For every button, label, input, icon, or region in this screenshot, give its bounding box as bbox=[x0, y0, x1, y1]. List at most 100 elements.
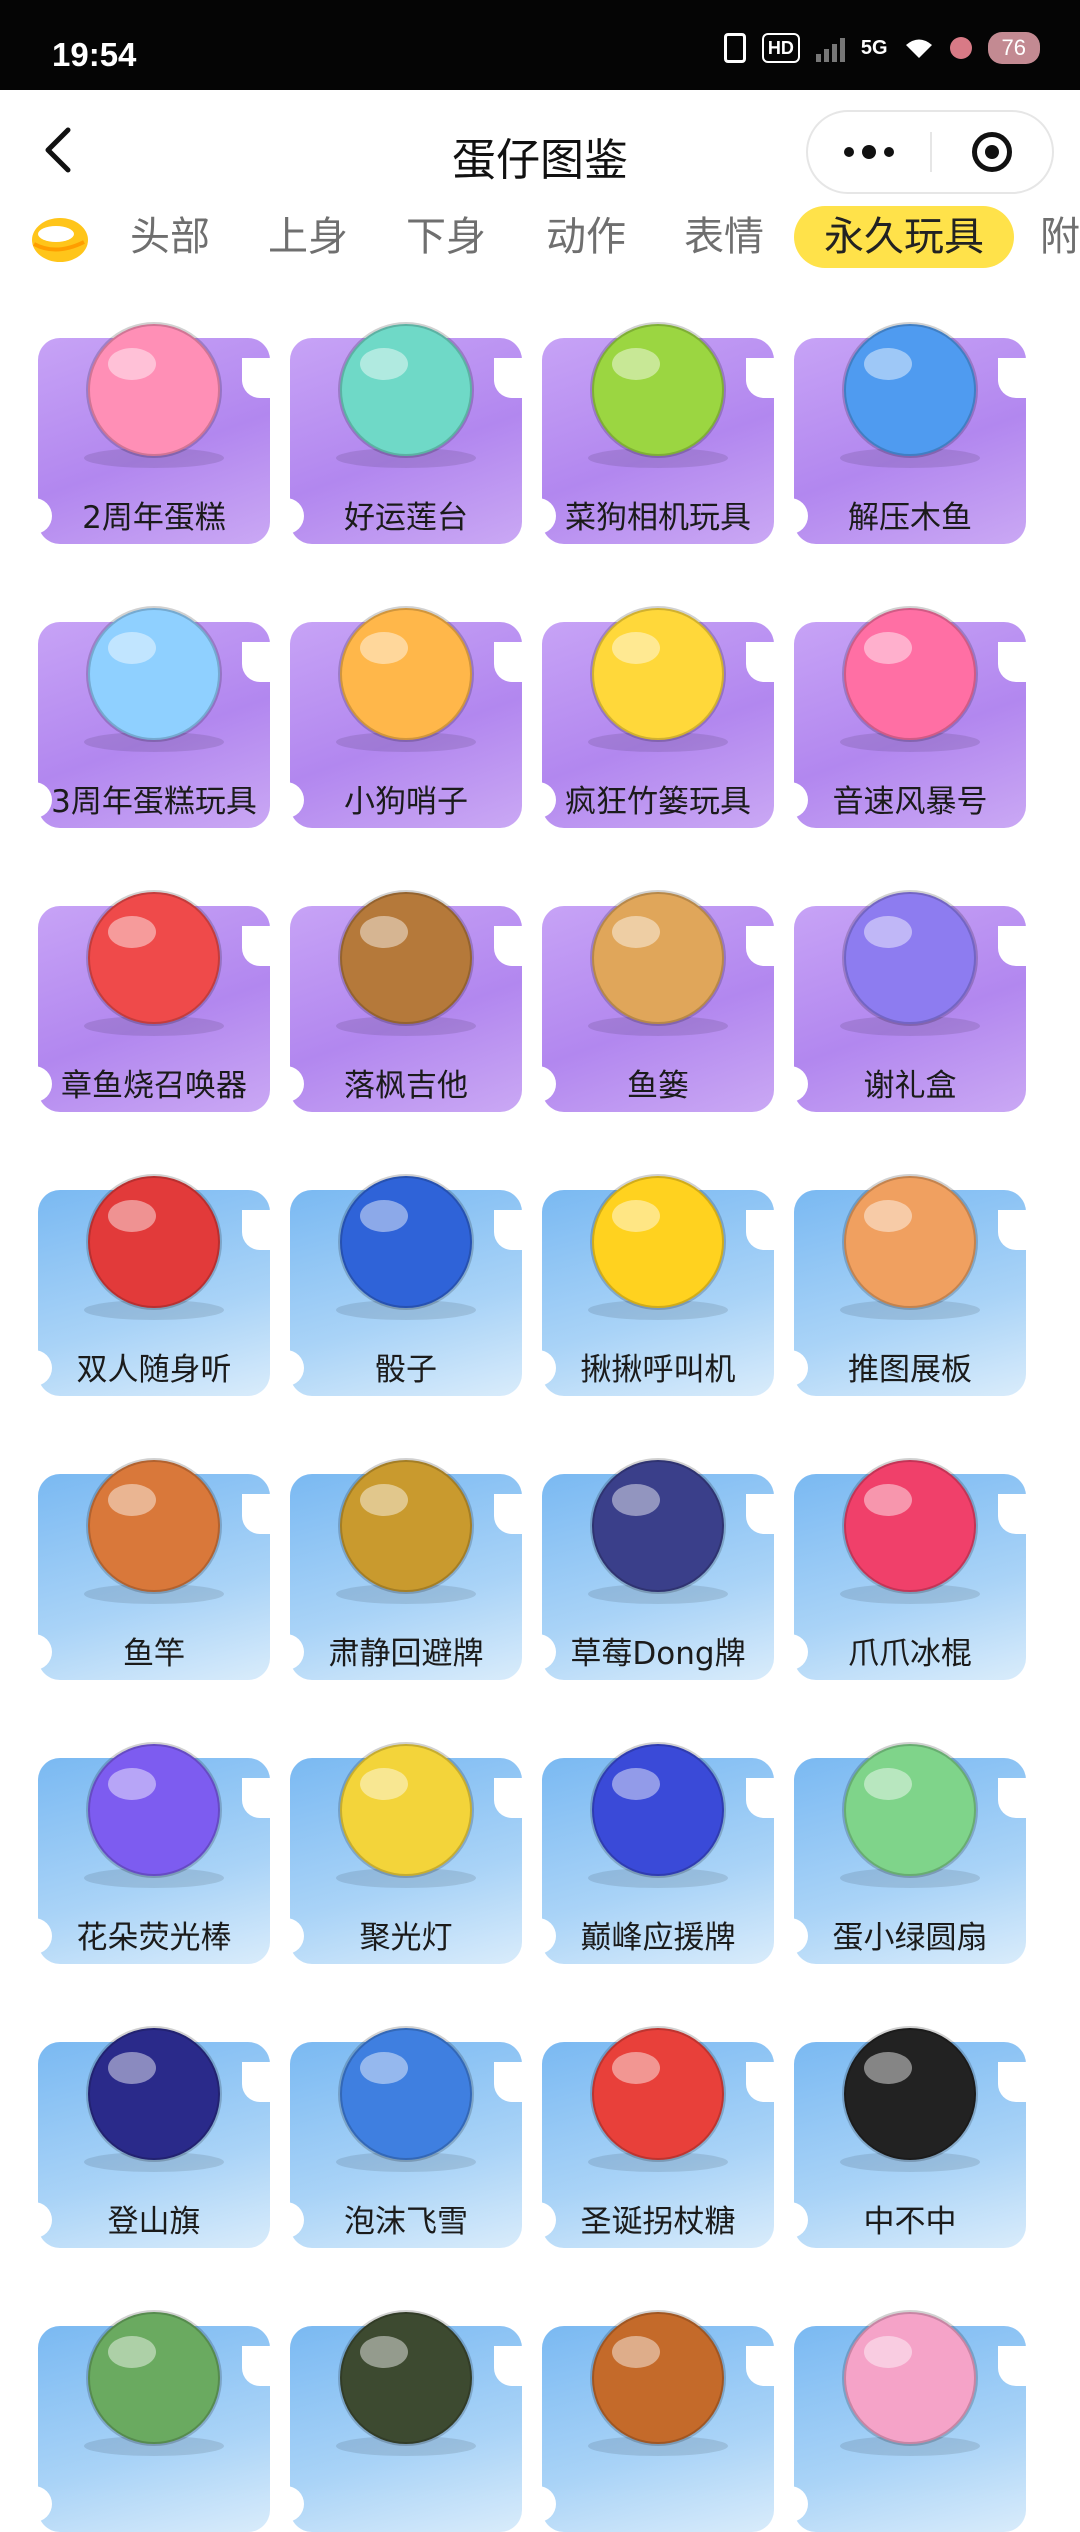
mini-program-capsule bbox=[806, 110, 1054, 194]
item-card[interactable] bbox=[30, 2270, 278, 2532]
item-label bbox=[534, 2480, 782, 2528]
item-card[interactable]: 双人随身听 bbox=[30, 1134, 278, 1396]
item-illustration-icon bbox=[84, 322, 224, 468]
item-illustration-icon bbox=[336, 1742, 476, 1888]
tab-actions[interactable]: 动作 bbox=[546, 206, 626, 268]
item-label: 鱼篓 bbox=[627, 1068, 689, 1104]
item-illustration-icon bbox=[840, 2310, 980, 2456]
item-label: 鱼竿 bbox=[123, 1636, 185, 1672]
signal-icon bbox=[815, 34, 845, 62]
item-card[interactable]: 圣诞拐杖糖 bbox=[534, 1986, 782, 2248]
item-illustration-icon bbox=[588, 890, 728, 1036]
network-type-label: 5G bbox=[860, 37, 888, 59]
item-card[interactable]: 音速风暴号 bbox=[786, 566, 1034, 828]
item-label: 2周年蛋糕 bbox=[82, 500, 226, 536]
status-bar: 19:54 HD 5G 76 bbox=[0, 0, 1080, 90]
more-button[interactable] bbox=[808, 112, 930, 192]
item-card[interactable]: 聚光灯 bbox=[282, 1702, 530, 1964]
item-label: 泡沫飞雪 bbox=[344, 2204, 468, 2240]
item-illustration-icon bbox=[840, 890, 980, 1036]
tab-lower-body[interactable]: 下身 bbox=[406, 206, 486, 268]
more-dot-icon bbox=[884, 147, 894, 157]
item-card[interactable]: 章鱼烧召唤器 bbox=[30, 850, 278, 1112]
item-label: 骰子 bbox=[375, 1352, 437, 1388]
close-button[interactable] bbox=[932, 112, 1052, 192]
item-label: 中不中 bbox=[863, 2204, 957, 2240]
item-illustration-icon bbox=[84, 606, 224, 752]
item-illustration-icon bbox=[840, 606, 980, 752]
item-illustration-icon bbox=[336, 1458, 476, 1604]
item-label: 小狗哨子 bbox=[344, 784, 468, 820]
item-card[interactable]: 骰子 bbox=[282, 1134, 530, 1396]
item-illustration-icon bbox=[84, 2026, 224, 2172]
item-label: 解压木鱼 bbox=[848, 500, 972, 536]
item-card[interactable]: 鱼竿 bbox=[30, 1418, 278, 1680]
tab-head[interactable]: 头部 bbox=[130, 206, 210, 268]
more-dot-icon bbox=[844, 147, 854, 157]
item-illustration-icon bbox=[336, 1174, 476, 1320]
item-illustration-icon bbox=[588, 2026, 728, 2172]
egg-logo-icon[interactable] bbox=[26, 212, 90, 264]
item-card[interactable]: 谢礼盒 bbox=[786, 850, 1034, 1112]
item-card[interactable] bbox=[282, 2270, 530, 2532]
item-illustration-icon bbox=[336, 2310, 476, 2456]
item-card[interactable]: 草莓Dong牌 bbox=[534, 1418, 782, 1680]
item-illustration-icon bbox=[588, 322, 728, 468]
item-card[interactable]: 巅峰应援牌 bbox=[534, 1702, 782, 1964]
item-card[interactable]: 揪揪呼叫机 bbox=[534, 1134, 782, 1396]
tab-upper-body[interactable]: 上身 bbox=[268, 206, 348, 268]
item-card[interactable]: 登山旗 bbox=[30, 1986, 278, 2248]
item-label: 推图展板 bbox=[848, 1352, 972, 1388]
item-label bbox=[786, 2480, 1034, 2528]
item-label: 肃静回避牌 bbox=[328, 1636, 484, 1672]
item-card[interactable] bbox=[534, 2270, 782, 2532]
hd-badge: HD bbox=[761, 33, 800, 63]
item-illustration-icon bbox=[84, 2310, 224, 2456]
item-illustration-icon bbox=[84, 1742, 224, 1888]
item-card[interactable]: 泡沫飞雪 bbox=[282, 1986, 530, 2248]
item-card[interactable]: 推图展板 bbox=[786, 1134, 1034, 1396]
item-card[interactable]: 2周年蛋糕 bbox=[30, 282, 278, 544]
item-label: 花朵荧光棒 bbox=[76, 1920, 232, 1956]
item-card[interactable]: 肃静回避牌 bbox=[282, 1418, 530, 1680]
item-illustration-icon bbox=[588, 2310, 728, 2456]
target-close-icon bbox=[972, 132, 1012, 172]
category-tabs: 头部 上身 下身 动作 表情 永久玩具 附 bbox=[0, 196, 1080, 276]
item-illustration-icon bbox=[840, 1174, 980, 1320]
item-illustration-icon bbox=[588, 1458, 728, 1604]
item-illustration-icon bbox=[84, 1174, 224, 1320]
item-card[interactable]: 菜狗相机玩具 bbox=[534, 282, 782, 544]
item-card[interactable]: 3周年蛋糕玩具 bbox=[30, 566, 278, 828]
item-card[interactable]: 爪爪冰棍 bbox=[786, 1418, 1034, 1680]
item-card[interactable]: 好运莲台 bbox=[282, 282, 530, 544]
item-illustration-icon bbox=[840, 1458, 980, 1604]
item-card[interactable]: 花朵荧光棒 bbox=[30, 1702, 278, 1964]
item-card[interactable]: 解压木鱼 bbox=[786, 282, 1034, 544]
item-card[interactable]: 鱼篓 bbox=[534, 850, 782, 1112]
item-illustration-icon bbox=[588, 1742, 728, 1888]
battery-indicator: 76 bbox=[987, 32, 1040, 64]
item-label: 登山旗 bbox=[107, 2204, 201, 2240]
item-illustration-icon bbox=[840, 2026, 980, 2172]
item-card[interactable]: 疯狂竹篓玩具 bbox=[534, 566, 782, 828]
item-card[interactable]: 蛋小绿圆扇 bbox=[786, 1702, 1034, 1964]
item-illustration-icon bbox=[588, 606, 728, 752]
item-label bbox=[30, 2480, 278, 2528]
more-dot-icon bbox=[862, 145, 876, 159]
back-icon[interactable] bbox=[36, 124, 82, 176]
item-card[interactable] bbox=[786, 2270, 1034, 2532]
item-illustration-icon bbox=[336, 890, 476, 1036]
item-label: 疯狂竹篓玩具 bbox=[565, 784, 751, 820]
item-card[interactable]: 落枫吉他 bbox=[282, 850, 530, 1112]
item-card[interactable]: 中不中 bbox=[786, 1986, 1034, 2248]
item-illustration-icon bbox=[588, 1174, 728, 1320]
item-label: 谢礼盒 bbox=[863, 1068, 957, 1104]
item-label: 音速风暴号 bbox=[832, 784, 988, 820]
tab-permanent-toys[interactable]: 永久玩具 bbox=[794, 206, 1014, 268]
item-card[interactable]: 小狗哨子 bbox=[282, 566, 530, 828]
item-label bbox=[282, 2480, 530, 2528]
item-illustration-icon bbox=[336, 606, 476, 752]
tab-expressions[interactable]: 表情 bbox=[684, 206, 764, 268]
tab-more[interactable]: 附 bbox=[1040, 206, 1080, 268]
notification-dot-icon bbox=[949, 37, 972, 59]
